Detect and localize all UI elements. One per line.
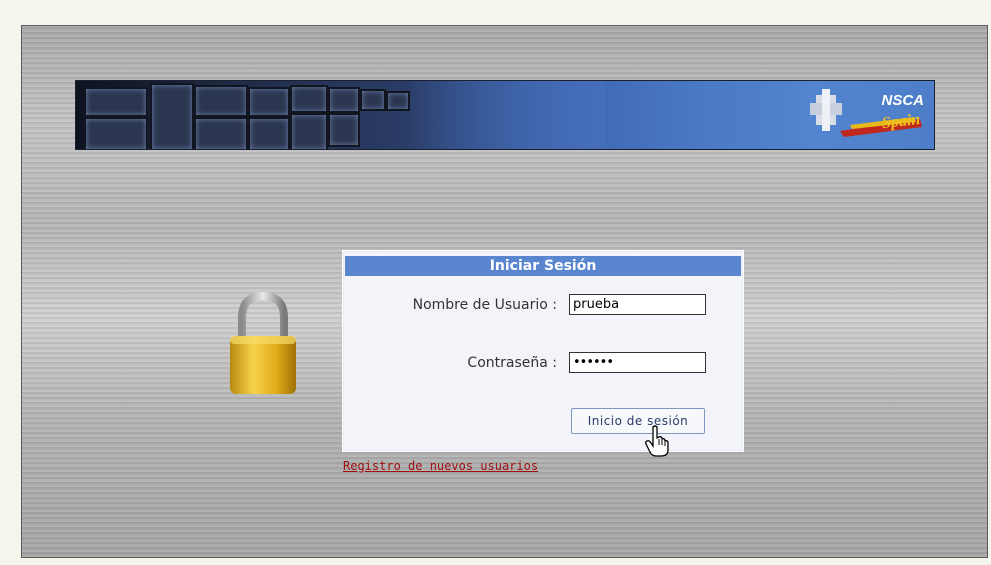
banner-monitor-image: [194, 85, 248, 117]
password-field[interactable]: [569, 352, 706, 373]
padlock-icon: [230, 292, 296, 394]
banner-monitor-image: [248, 87, 290, 117]
username-label: Nombre de Usuario :: [412, 297, 557, 313]
banner-monitor-image: [328, 87, 360, 113]
banner-monitor-image: [328, 113, 360, 147]
register-new-users-link[interactable]: Registro de nuevos usuarios: [343, 459, 538, 473]
password-label: Contraseña :: [467, 355, 557, 371]
header-banner: NSCA Spain: [75, 80, 935, 150]
logo-text: NSCA: [881, 92, 924, 109]
banner-monitor-image: [194, 117, 248, 149]
banner-monitor-image: [290, 113, 328, 149]
banner-monitor-image: [248, 117, 290, 149]
banner-monitor-image: [150, 83, 194, 149]
hand-pointer-icon: [645, 425, 669, 457]
username-field[interactable]: [569, 294, 706, 315]
banner-gradient: [406, 81, 606, 149]
login-submit-button[interactable]: Inicio de sesión: [571, 408, 705, 434]
banner-monitor-image: [290, 85, 328, 113]
banner-monitor-image: [84, 87, 148, 117]
login-panel: Iniciar Sesión Nombre de Usuario : Contr…: [343, 251, 743, 451]
banner-monitor-image: [84, 117, 148, 149]
banner-monitor-image: [360, 89, 386, 111]
login-title: Iniciar Sesión: [345, 256, 741, 276]
